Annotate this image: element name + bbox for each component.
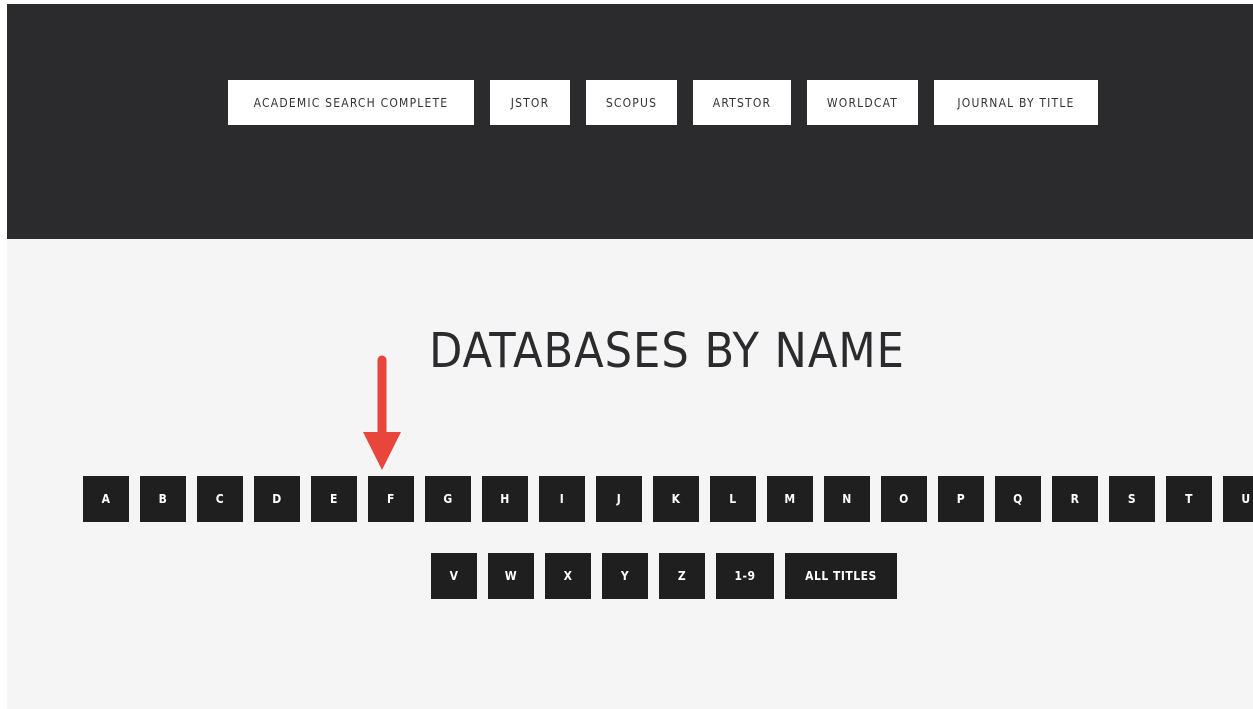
letter-button-y[interactable]: Y <box>602 553 648 599</box>
letter-button-q[interactable]: Q <box>995 476 1041 522</box>
letter-button-w[interactable]: W <box>488 553 534 599</box>
letter-button-o[interactable]: O <box>881 476 927 522</box>
letter-button-d[interactable]: D <box>254 476 300 522</box>
database-quick-links: ACADEMIC SEARCH COMPLETE JSTOR SCOPUS AR… <box>228 80 1098 125</box>
alphabet-row-1: A B C D E F G H I J K L M N O P Q R S T … <box>83 476 1253 522</box>
letter-button-h[interactable]: H <box>482 476 528 522</box>
letter-button-a[interactable]: A <box>83 476 129 522</box>
artstor-button[interactable]: ARTSTOR <box>693 80 791 125</box>
databases-by-name-section: DATABASES BY NAME A B C D E F G H I J K … <box>7 239 1253 709</box>
letter-button-i[interactable]: I <box>539 476 585 522</box>
letter-button-p[interactable]: P <box>938 476 984 522</box>
letter-button-b[interactable]: B <box>140 476 186 522</box>
letter-button-e[interactable]: E <box>311 476 357 522</box>
letter-button-z[interactable]: Z <box>659 553 705 599</box>
red-arrow-annotation <box>363 355 401 470</box>
letter-button-x[interactable]: X <box>545 553 591 599</box>
numbers-button[interactable]: 1-9 <box>716 553 774 599</box>
letter-button-j[interactable]: J <box>596 476 642 522</box>
worldcat-button[interactable]: WORLDCAT <box>807 80 918 125</box>
section-title: DATABASES BY NAME <box>429 323 905 379</box>
top-banner: ACADEMIC SEARCH COMPLETE JSTOR SCOPUS AR… <box>7 4 1253 239</box>
letter-button-v[interactable]: V <box>431 553 477 599</box>
letter-button-g[interactable]: G <box>425 476 471 522</box>
scopus-button[interactable]: SCOPUS <box>586 80 677 125</box>
letter-button-s[interactable]: S <box>1109 476 1155 522</box>
alphabet-row-2: V W X Y Z 1-9 ALL TITLES <box>431 553 897 599</box>
letter-button-k[interactable]: K <box>653 476 699 522</box>
letter-button-l[interactable]: L <box>710 476 756 522</box>
letter-button-f[interactable]: F <box>368 476 414 522</box>
academic-search-complete-button[interactable]: ACADEMIC SEARCH COMPLETE <box>228 80 474 125</box>
letter-button-n[interactable]: N <box>824 476 870 522</box>
jstor-button[interactable]: JSTOR <box>490 80 570 125</box>
all-titles-button[interactable]: ALL TITLES <box>785 553 897 599</box>
page-frame: ACADEMIC SEARCH COMPLETE JSTOR SCOPUS AR… <box>7 4 1253 709</box>
letter-button-u[interactable]: U <box>1223 476 1253 522</box>
letter-button-m[interactable]: M <box>767 476 813 522</box>
journal-by-title-button[interactable]: JOURNAL BY TITLE <box>934 80 1098 125</box>
arrow-head <box>363 432 401 470</box>
letter-button-c[interactable]: C <box>197 476 243 522</box>
letter-button-t[interactable]: T <box>1166 476 1212 522</box>
letter-button-r[interactable]: R <box>1052 476 1098 522</box>
